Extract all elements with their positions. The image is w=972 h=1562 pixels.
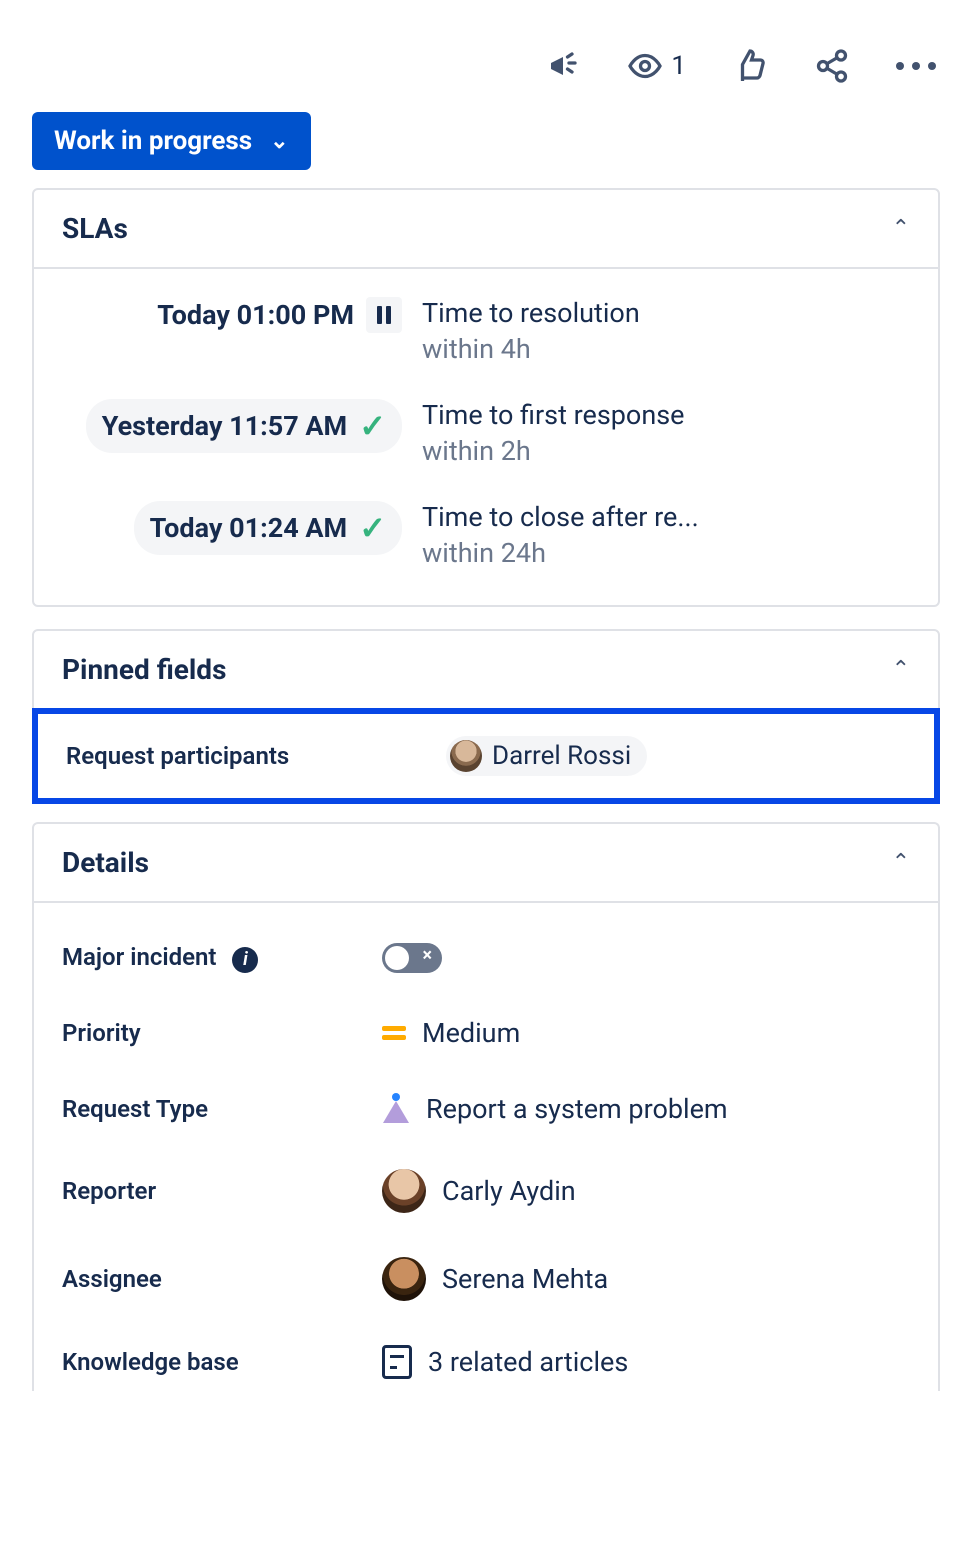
slas-panel-header[interactable]: SLAs ⌃ [34, 190, 938, 269]
avatar [450, 740, 482, 772]
slas-panel: SLAs ⌃ Today 01:00 PM Time to resolution… [32, 188, 940, 607]
reporter-name: Carly Aydin [442, 1175, 576, 1207]
request-participants-label: Request participants [66, 742, 366, 770]
details-title: Details [62, 846, 149, 879]
book-icon [382, 1345, 412, 1379]
info-icon[interactable]: i [232, 947, 258, 973]
share-button[interactable] [814, 48, 850, 84]
major-incident-label: Major incident [62, 943, 217, 971]
participant-name: Darrel Rossi [492, 741, 631, 771]
details-body: Major incident i × Priority Medium Reque… [34, 903, 938, 1391]
slas-body: Today 01:00 PM Time to resolution within… [34, 269, 938, 605]
priority-medium-icon [382, 1026, 406, 1040]
share-icon [814, 48, 850, 84]
thumbs-up-icon [732, 48, 768, 84]
priority-label: Priority [62, 1019, 382, 1047]
sla-due: within 4h [422, 333, 910, 365]
sla-row: Yesterday 11:57 AM ✓ Time to first respo… [62, 399, 910, 467]
slas-title: SLAs [62, 212, 128, 245]
chevron-down-icon: ⌄ [270, 129, 288, 154]
detail-row-request-type: Request Type Report a system problem [62, 1071, 910, 1147]
reporter-value-cell[interactable]: Carly Aydin [382, 1169, 576, 1213]
feedback-button[interactable] [545, 48, 581, 84]
sla-row: Today 01:24 AM ✓ Time to close after re.… [62, 501, 910, 569]
sla-due: within 2h [422, 435, 910, 467]
priority-value-cell[interactable]: Medium [382, 1017, 520, 1049]
detail-row-reporter: Reporter Carly Aydin [62, 1147, 910, 1235]
request-type-value: Report a system problem [426, 1093, 728, 1125]
status-dropdown[interactable]: Work in progress ⌄ [32, 112, 311, 170]
details-panel: Details ⌃ Major incident i × Priority Me… [32, 822, 940, 1391]
major-incident-toggle[interactable]: × [382, 943, 442, 973]
request-type-label: Request Type [62, 1095, 382, 1123]
knowledge-base-label: Knowledge base [62, 1348, 382, 1376]
watch-count: 1 [671, 51, 686, 81]
request-type-value-cell[interactable]: Report a system problem [382, 1093, 728, 1125]
like-button[interactable] [732, 48, 768, 84]
check-icon: ✓ [359, 509, 386, 547]
pinned-fields-panel: Pinned fields ⌃ Request participants Dar… [32, 629, 940, 800]
sla-time: Yesterday 11:57 AM [102, 410, 347, 442]
knowledge-base-value: 3 related articles [428, 1346, 628, 1378]
more-actions-button[interactable] [896, 62, 936, 70]
detail-row-priority: Priority Medium [62, 995, 910, 1071]
priority-value: Medium [422, 1017, 520, 1049]
check-icon: ✓ [359, 407, 386, 445]
sla-time: Today 01:24 AM [150, 512, 348, 544]
sla-time: Today 01:00 PM [157, 299, 354, 331]
knowledge-base-value-cell[interactable]: 3 related articles [382, 1345, 628, 1379]
issue-actions-toolbar: 1 [32, 40, 940, 112]
sla-row: Today 01:00 PM Time to resolution within… [62, 297, 910, 365]
pinned-field-highlight: Request participants Darrel Rossi [32, 708, 940, 804]
assignee-name: Serena Mehta [442, 1263, 608, 1295]
sla-name: Time to close after re... [422, 501, 910, 533]
status-label: Work in progress [54, 126, 252, 156]
detail-row-assignee: Assignee Serena Mehta [62, 1235, 910, 1323]
sla-name: Time to first response [422, 399, 910, 431]
details-header[interactable]: Details ⌃ [34, 824, 938, 903]
megaphone-icon [545, 48, 581, 84]
request-type-icon [382, 1095, 410, 1123]
reporter-label: Reporter [62, 1177, 382, 1205]
sla-name: Time to resolution [422, 297, 910, 329]
detail-row-knowledge-base: Knowledge base 3 related articles [62, 1323, 910, 1391]
chevron-up-icon: ⌃ [892, 216, 910, 241]
pause-icon [366, 297, 402, 333]
eye-icon [627, 48, 663, 84]
ellipsis-icon [896, 62, 936, 70]
avatar [382, 1169, 426, 1213]
pinned-fields-title: Pinned fields [62, 653, 226, 686]
sla-due: within 24h [422, 537, 910, 569]
chevron-up-icon: ⌃ [892, 657, 910, 682]
pinned-fields-header[interactable]: Pinned fields ⌃ [34, 631, 938, 708]
assignee-label: Assignee [62, 1265, 382, 1293]
watch-button[interactable]: 1 [627, 48, 686, 84]
chevron-up-icon: ⌃ [892, 850, 910, 875]
assignee-value-cell[interactable]: Serena Mehta [382, 1257, 608, 1301]
participant-chip[interactable]: Darrel Rossi [446, 736, 647, 776]
detail-row-major-incident: Major incident i × [62, 921, 910, 995]
avatar [382, 1257, 426, 1301]
